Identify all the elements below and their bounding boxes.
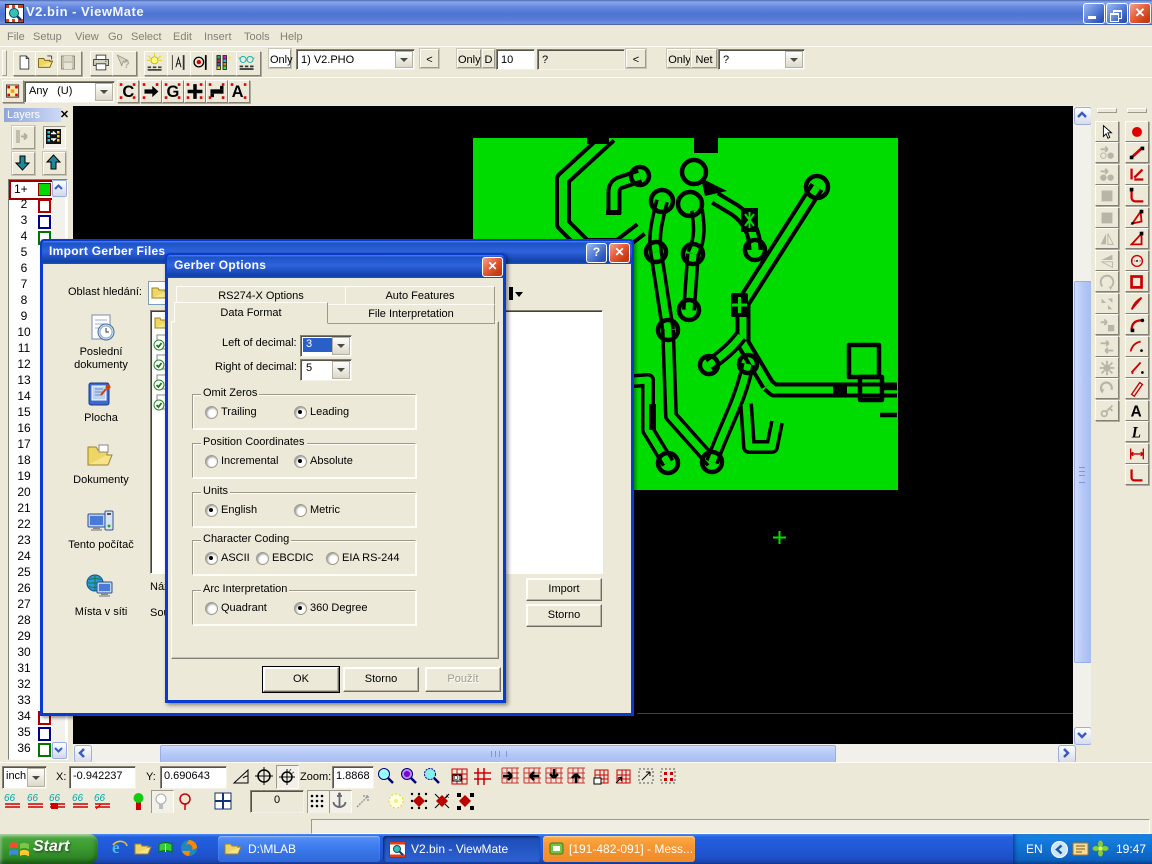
svg-text:C: C	[122, 82, 134, 101]
svg-text:A: A	[1131, 403, 1142, 420]
svg-text:DD: DD	[454, 776, 463, 782]
svg-text:?: ?	[123, 60, 129, 71]
svg-text:L: L	[1131, 425, 1141, 442]
svg-text:x: x	[446, 794, 449, 800]
svg-text:66: 66	[27, 793, 39, 804]
svg-text:66: 66	[72, 793, 84, 804]
svg-text:66: 66	[4, 793, 16, 804]
svg-text:66: 66	[49, 793, 61, 804]
svg-text:A: A	[232, 82, 244, 101]
svg-text:G: G	[166, 82, 179, 101]
svg-text:66: 66	[94, 793, 106, 804]
